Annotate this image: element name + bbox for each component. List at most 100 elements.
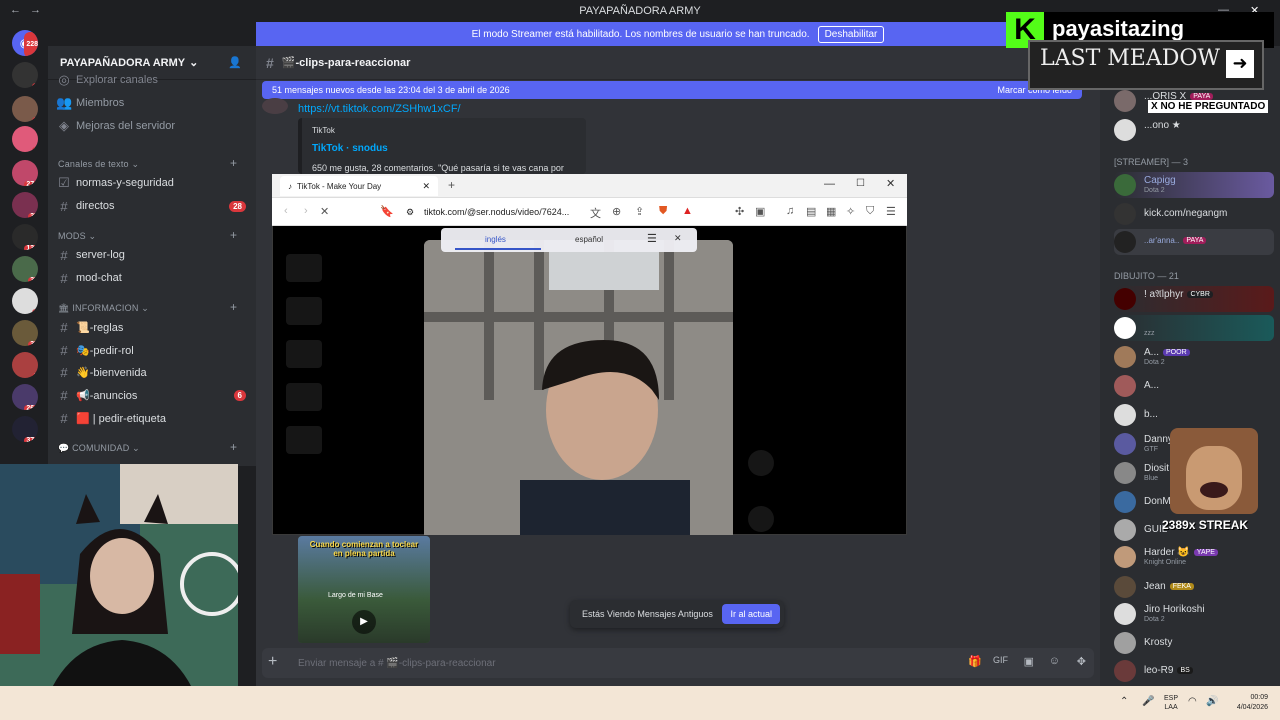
play-icon[interactable]: ▶ <box>352 610 376 634</box>
extensions-icon[interactable]: ✣ <box>735 205 744 218</box>
back-icon[interactable]: ‹ <box>284 205 288 217</box>
member-item[interactable]: Jean FEKA <box>1114 574 1274 600</box>
add-channel-icon[interactable]: + <box>230 300 237 314</box>
member-item[interactable]: A... POOR Dota 2 <box>1114 344 1274 370</box>
channel-server-log[interactable]: # server-log <box>56 245 246 265</box>
site-settings-icon[interactable]: ⚙ <box>406 207 414 218</box>
server-icon[interactable]: 370 <box>12 416 38 442</box>
server-icon[interactable]: 138 <box>12 224 38 250</box>
category-mods[interactable]: MODS ⌄ <box>58 231 96 242</box>
category-comunidad[interactable]: 💬 COMUNIDAD ⌄ <box>58 443 140 454</box>
sidebar-icon[interactable]: ▤ <box>806 205 816 218</box>
browser-tab[interactable]: ♪ TikTok - Make Your Day ✕ <box>280 176 438 196</box>
close-icon[interactable]: ✕ <box>886 177 895 190</box>
new-messages-bar[interactable]: 51 mensajes nuevos desde las 23:04 del 3… <box>262 81 1082 99</box>
message-composer[interactable]: + Enviar mensaje a # 🎬-clips-para-reacci… <box>262 648 1094 678</box>
close-icon[interactable]: ✕ <box>674 233 682 244</box>
microphone-icon[interactable]: 🎤 <box>1142 696 1154 707</box>
translate-icon[interactable]: 文 <box>590 205 601 221</box>
category-informacion[interactable]: 🏛 INFORMACION ⌄ <box>58 303 149 314</box>
add-member-icon[interactable]: 👤 <box>228 56 242 69</box>
member-item[interactable]: ..ar'anna.. PAYA <box>1114 229 1274 255</box>
sticker-icon[interactable]: ▣ <box>1024 655 1034 668</box>
language-indicator[interactable]: ESP LAA <box>1164 694 1178 712</box>
zoom-icon[interactable]: ⊕ <box>612 205 621 218</box>
add-channel-icon[interactable]: + <box>230 228 237 242</box>
maximize-icon[interactable]: ☐ <box>856 178 865 189</box>
server-icon[interactable]: 37 <box>12 320 38 346</box>
member-item[interactable]: b... <box>1114 402 1274 428</box>
channel-directos[interactable]: # directos 28 <box>56 196 246 216</box>
menu-icon[interactable]: ☰ <box>647 232 657 245</box>
server-icon[interactable]: 6 <box>12 62 38 88</box>
menu-icon[interactable]: ☰ <box>886 205 896 218</box>
language-option-ingles[interactable]: inglés <box>485 235 506 244</box>
server-icon[interactable]: 8 <box>12 96 38 122</box>
member-item[interactable]: kick.com/negangm <box>1114 201 1274 227</box>
member-item[interactable]: Jiro Horikoshi Dota 2 <box>1114 601 1274 627</box>
server-icon[interactable]: 9 <box>12 126 38 152</box>
add-channel-icon[interactable]: + <box>230 156 237 170</box>
member-item[interactable]: Harder 😺 YAPE Knight Online <box>1114 544 1274 570</box>
address-bar[interactable]: ⚙ tiktok.com/@ser.nodus/video/7624... <box>400 203 610 221</box>
leo-icon[interactable]: ✧ <box>846 205 855 218</box>
disable-streamer-button[interactable]: Deshabilitar <box>817 25 885 43</box>
server-icon[interactable]: 5 <box>12 352 38 378</box>
channel-normas[interactable]: ☑ normas-y-seguridad <box>56 173 246 193</box>
message-link[interactable]: https://vt.tiktok.com/ZSHhw1xCF/ <box>298 103 461 115</box>
member-item[interactable]: A... <box>1114 373 1274 399</box>
channel-pedir-rol[interactable]: # 🎭-pedir-rol <box>56 340 246 360</box>
embed-title[interactable]: TikTok · snodus <box>312 143 388 154</box>
channel-members[interactable]: 👥 Miembros <box>56 93 246 113</box>
member-item[interactable]: leo-R9 BS <box>1114 658 1274 684</box>
chevron-up-icon[interactable]: ⌃ <box>1120 696 1128 707</box>
wifi-icon[interactable]: ◠ <box>1188 696 1197 707</box>
new-tab-icon[interactable]: + <box>448 178 455 192</box>
member-item[interactable]: zzz <box>1114 315 1274 341</box>
channel-anuncios[interactable]: # 📢-anuncios 6 <box>56 385 246 405</box>
channel-mod-chat[interactable]: # mod-chat <box>56 268 246 288</box>
video-thumbnail[interactable]: Cuando comienzan a toclear en plena part… <box>298 536 430 643</box>
channel-boosts[interactable]: ◈ Mejoras del servidor <box>56 116 246 136</box>
gift-icon[interactable]: 🎁 <box>968 655 982 668</box>
volume-icon[interactable]: 🔊 <box>1206 696 1218 707</box>
channel-explore[interactable]: ◎ Explorar canales <box>56 70 246 90</box>
channel-pedir-etiqueta[interactable]: # 🟥 | pedir-etiqueta <box>56 408 246 428</box>
tab-manager-icon[interactable]: ▣ <box>755 205 765 218</box>
close-tab-icon[interactable]: ✕ <box>422 181 430 192</box>
member-item[interactable]: ! a𝔄lphyr CYBR <box>1114 286 1274 312</box>
hash-icon: # <box>60 364 68 380</box>
server-icon[interactable]: 263 <box>12 384 38 410</box>
server-icon[interactable]: 37 <box>12 192 38 218</box>
clock[interactable]: 00:09 4/04/2026 <box>1228 693 1268 713</box>
emoji-icon[interactable]: ☺ <box>1049 655 1060 667</box>
forward-icon[interactable]: › <box>304 205 308 217</box>
category-text-channels[interactable]: Canales de texto ⌄ <box>58 159 139 170</box>
member-item[interactable]: Capigg Dota 2 <box>1114 172 1274 198</box>
tiktok-video[interactable] <box>424 240 733 535</box>
server-icon[interactable]: 270 <box>12 160 38 186</box>
rewards-icon[interactable]: ▲ <box>682 205 693 217</box>
wallet-icon[interactable]: ▦ <box>826 205 836 218</box>
home-discord-icon[interactable]: ◉228 <box>12 30 38 56</box>
stop-icon[interactable]: ✕ <box>320 205 329 218</box>
music-icon[interactable]: ♫ <box>786 205 794 217</box>
minimize-icon[interactable]: — <box>824 178 835 190</box>
channel-bienvenida[interactable]: # 👋-bienvenida <box>56 362 246 382</box>
channel-reglas[interactable]: # 📜-reglas <box>56 317 246 337</box>
apps-icon[interactable]: ✥ <box>1077 655 1086 668</box>
add-channel-icon[interactable]: + <box>230 440 237 454</box>
brave-shield-icon[interactable]: ⛊ <box>659 205 667 218</box>
attach-plus-icon[interactable]: + <box>268 653 277 671</box>
vpn-icon[interactable]: ⛉ <box>866 205 874 218</box>
jump-to-present-button[interactable]: Ir al actual <box>722 604 780 624</box>
avatar[interactable] <box>262 98 288 114</box>
bookmark-icon[interactable]: 🔖 <box>380 205 394 218</box>
member-item[interactable]: Krosty <box>1114 630 1274 656</box>
language-option-espanol[interactable]: español <box>575 235 603 244</box>
member-item[interactable]: ...ono ★ <box>1114 117 1274 143</box>
server-icon[interactable]: 9 <box>12 288 38 314</box>
server-icon[interactable]: 37 <box>12 256 38 282</box>
gif-icon[interactable]: GIF <box>993 655 1008 665</box>
share-icon[interactable]: ⇪ <box>635 205 644 218</box>
